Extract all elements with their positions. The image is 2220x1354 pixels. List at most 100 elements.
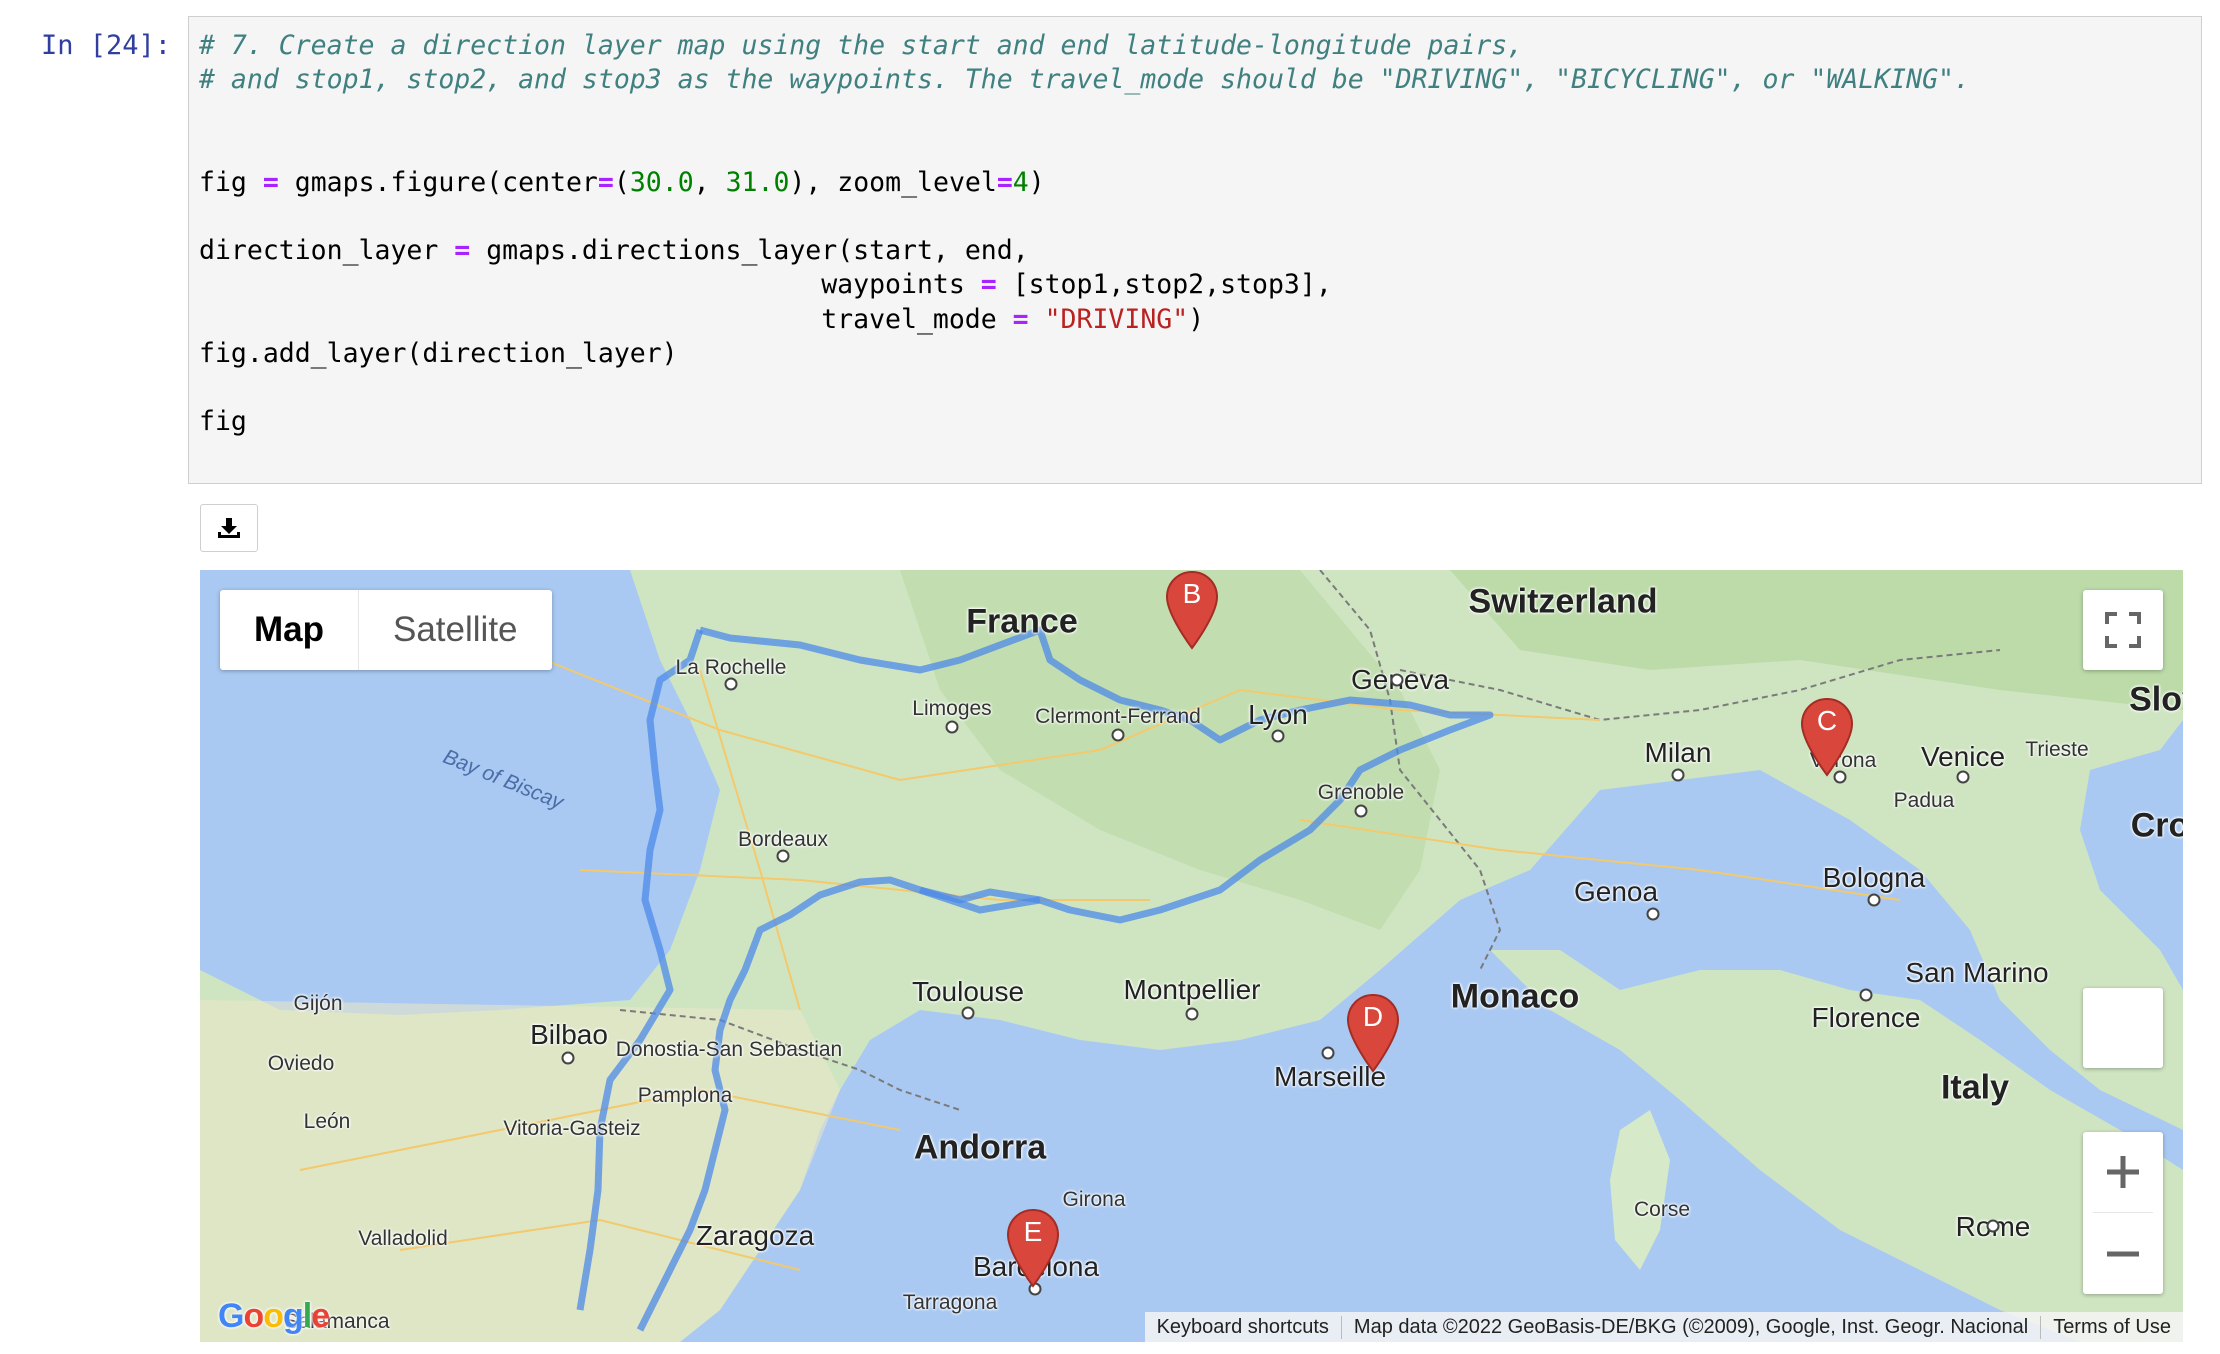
map-label: Bordeaux [738, 828, 828, 851]
map-label: Padua [1893, 789, 1955, 812]
city-dot [1859, 988, 1873, 1002]
fullscreen-button[interactable] [2083, 590, 2163, 670]
map-attribution: Keyboard shortcuts Map data ©2022 GeoBas… [1144, 1312, 2183, 1342]
map-label: Oviedo [267, 1052, 335, 1075]
code-number: 31.0 [725, 166, 790, 198]
zoom-in-button[interactable] [2083, 1132, 2163, 1212]
map-label: León [303, 1110, 351, 1133]
map-type-control: Map Satellite [220, 590, 552, 670]
download-button[interactable] [200, 504, 258, 552]
keyboard-shortcuts-link[interactable]: Keyboard shortcuts [1145, 1316, 1341, 1339]
marker-label: B [1182, 578, 1202, 609]
marker-label: E [1023, 1216, 1043, 1247]
marker-e[interactable]: E [1006, 1208, 1060, 1288]
marker-d[interactable]: D [1346, 993, 1400, 1073]
map-label: Bilbao [530, 1019, 608, 1050]
download-icon [218, 518, 240, 538]
map-label: Tarragona [902, 1291, 998, 1314]
zoom-divider [2093, 1212, 2153, 1213]
city-dot [961, 1006, 975, 1020]
map-label: Genoa [1573, 876, 1659, 907]
zoom-control [2083, 1132, 2163, 1294]
google-logo[interactable]: Google [218, 1297, 330, 1336]
map-label: Vitoria-Gasteiz [503, 1117, 641, 1140]
code-number: 4 [1012, 166, 1029, 198]
marker-b[interactable]: B [1165, 570, 1219, 650]
code-token: ), zoom_level [789, 166, 997, 198]
city-dot [1390, 673, 1404, 687]
map-label: Florence [1811, 1002, 1921, 1033]
map-data-text: Map data ©2022 GeoBasis-DE/BKG (©2009), … [1340, 1315, 2040, 1339]
zoom-out-button[interactable] [2083, 1214, 2163, 1294]
code-operator: = [262, 166, 279, 198]
map-label: San Marino [1905, 957, 2049, 988]
code-token: [stop1,stop2,stop3], [996, 269, 1332, 301]
city-dot [1185, 1007, 1199, 1021]
map-label: Gijón [293, 992, 343, 1015]
code-token: ) [1188, 303, 1205, 335]
code-token: direction_layer [199, 235, 455, 267]
map-view[interactable]: France Switzerland Slov Cro La Rochelle … [200, 570, 2183, 1342]
code-string: "DRIVING" [1028, 303, 1189, 335]
map-label: Pamplona [637, 1084, 733, 1107]
code-token: ) [1028, 166, 1045, 198]
city-dot [1867, 893, 1881, 907]
code-token: gmaps.directions_layer(start, end, [470, 235, 1029, 267]
plus-icon [2107, 1156, 2139, 1188]
city-dot [776, 849, 790, 863]
map-label: Clermont-Ferrand [1035, 705, 1201, 728]
code-token: , [693, 166, 726, 198]
code-token: fig.add_layer(direction_layer) [199, 337, 678, 369]
map-label: Toulouse [911, 976, 1025, 1007]
code-cell[interactable]: # 7. Create a direction layer map using … [188, 16, 2202, 484]
code-number: 30.0 [629, 166, 694, 198]
map-label: Valladolid [358, 1227, 448, 1250]
city-dot [1646, 907, 1660, 921]
map-label: Limoges [912, 697, 992, 720]
city-dot [1111, 728, 1125, 742]
code-operator: = [980, 269, 997, 301]
city-dot [724, 677, 738, 691]
terms-of-use-link[interactable]: Terms of Use [2040, 1315, 2183, 1339]
city-dot [1271, 729, 1285, 743]
map-label: Italy [1940, 1068, 2010, 1107]
map-terrain [200, 570, 2183, 1342]
map-label: La Rochelle [675, 656, 787, 679]
map-label: Girona [1062, 1188, 1126, 1211]
city-dot [1671, 768, 1685, 782]
map-type-satellite-button[interactable]: Satellite [359, 590, 552, 670]
code-comment: # and stop1, stop2, and stop3 as the way… [199, 64, 1970, 96]
code-operator: = [1012, 303, 1029, 335]
map-label: Cro [2130, 806, 2183, 845]
map-label: Switzerland [1468, 582, 1658, 621]
marker-label: C [1816, 705, 1838, 736]
map-label: Corse [1633, 1198, 1691, 1221]
code-operator: = [996, 166, 1013, 198]
city-dot [561, 1051, 575, 1065]
map-label: France [966, 602, 1078, 641]
code-token: waypoints [199, 269, 981, 301]
marker-c[interactable]: C [1800, 697, 1854, 777]
code-token: travel_mode [199, 303, 1013, 335]
code-comment: # 7. Create a direction layer map using … [199, 30, 1524, 61]
map-label: Monaco [1450, 977, 1580, 1016]
map-label: Zaragoza [695, 1220, 815, 1251]
code-editor[interactable]: # 7. Create a direction layer map using … [199, 29, 1970, 439]
marker-label: D [1362, 1001, 1384, 1032]
map-label: Bologna [1822, 862, 1926, 893]
street-view-control[interactable] [2083, 988, 2163, 1068]
code-token: fig [199, 406, 247, 438]
map-label: Venice [1920, 741, 2006, 772]
map-label: Montpellier [1123, 974, 1261, 1005]
fullscreen-icon [2105, 612, 2141, 648]
city-dot [1956, 770, 1970, 784]
map-label: Donostia-San Sebastian [615, 1038, 843, 1061]
city-dot [1321, 1046, 1335, 1060]
code-token: fig [199, 166, 263, 198]
map-label: Grenoble [1317, 781, 1405, 804]
city-dot [1354, 804, 1368, 818]
map-label: Lyon [1248, 699, 1308, 730]
map-label: Andorra [913, 1128, 1047, 1167]
map-type-map-button[interactable]: Map [220, 590, 359, 670]
city-dot [1986, 1219, 2000, 1233]
